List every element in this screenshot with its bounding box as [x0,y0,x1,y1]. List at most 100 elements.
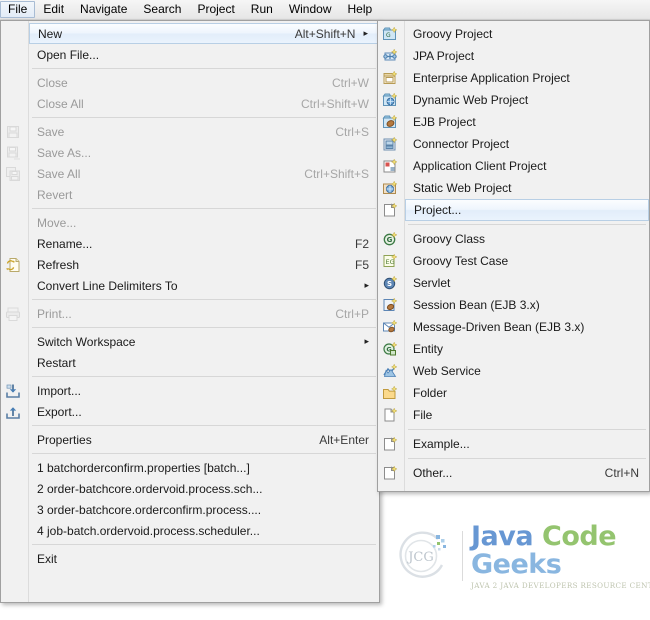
menu-item-label: EJB Project [413,115,476,129]
eclipse-file-menu-screenshot: File Edit Navigate Search Project Run Window He… [0,0,650,620]
project-icon [382,202,398,218]
menu-item-label: Web Service [413,364,481,378]
menubar-item-file[interactable]: File [0,1,36,18]
menu-item-properties[interactable]: Properties Alt+Enter [29,429,379,450]
menu-item-jpa-project[interactable]: JPA Project [405,45,649,67]
menubar-item-project[interactable]: Project [189,1,242,18]
menu-item-file[interactable]: File [405,404,649,426]
menu-item-groovy-test-case[interactable]: Groovy Test Case [405,250,649,272]
menu-separator [32,544,376,545]
menu-item-rename[interactable]: Rename... F2 [29,233,379,254]
menu-item-shortcut: Alt+Enter [319,432,369,447]
menu-item-recent-file-2[interactable]: 2 order-batchcore.ordervoid.process.sch.… [29,478,379,499]
menu-item-other[interactable]: Other... Ctrl+N [405,462,649,484]
menu-item-label: Convert Line Delimiters To [37,278,178,293]
menu-separator [408,224,646,225]
menu-item-entity[interactable]: Entity [405,338,649,360]
menu-item-label: Session Bean (EJB 3.x) [413,298,540,312]
menu-item-groovy-project[interactable]: Groovy Project [405,23,649,45]
groovy-test-case-icon: EG [382,253,398,269]
menu-item-shortcut: Ctrl+Shift+S [304,166,369,181]
menu-item-export[interactable]: Export... [29,401,379,422]
menu-item-shortcut: F5 [354,257,369,272]
menu-item-restart[interactable]: Restart [29,352,379,373]
menu-item-switch-workspace[interactable]: Switch Workspace ▸ [29,331,379,352]
menu-item-session-bean[interactable]: Session Bean (EJB 3.x) [405,294,649,316]
menu-separator [32,425,376,426]
menu-item-static-web-project[interactable]: Static Web Project [405,177,649,199]
menubar-item-edit[interactable]: Edit [35,1,72,18]
new-submenu-panel: G G EG S G Groovy Project JPA Project Enterpri… [377,20,650,492]
menu-item-application-client-project[interactable]: Application Client Project [405,155,649,177]
refresh-icon [5,257,21,273]
menu-item-label: Message-Driven Bean (EJB 3.x) [413,320,585,334]
menu-item-recent-file-3[interactable]: 3 order-batchcore.orderconfirm.process..… [29,499,379,520]
menu-item-label: 4 job-batch.ordervoid.process.scheduler.… [37,523,260,538]
menu-item-label: Import... [37,383,82,398]
menu-item-example[interactable]: Example... [405,433,649,455]
menu-item-ejb-project[interactable]: EJB Project [405,111,649,133]
menu-item-close: Close Ctrl+W [29,72,379,93]
menu-item-label: File [413,408,433,422]
menubar-item-search[interactable]: Search [135,1,189,18]
menu-item-open-file[interactable]: Open File... [29,44,379,65]
menu-item-refresh[interactable]: Refresh F5 [29,254,379,275]
menu-item-shortcut: Ctrl+S [335,124,369,139]
menu-item-dynamic-web-project[interactable]: Dynamic Web Project [405,89,649,111]
menu-item-recent-file-1[interactable]: 1 batchorderconfirm.properties [batch...… [29,457,379,478]
menu-separator [32,376,376,377]
menu-item-label: Connector Project [413,137,510,151]
menubar-item-navigate[interactable]: Navigate [72,1,135,18]
menu-item-web-service[interactable]: Web Service [405,360,649,382]
menu-item-message-driven-bean[interactable]: Message-Driven Bean (EJB 3.x) [405,316,649,338]
menu-separator [408,429,646,430]
menu-item-label: Open File... [37,47,100,62]
menu-item-import[interactable]: Import... [29,380,379,401]
menu-item-servlet[interactable]: Servlet [405,272,649,294]
folder-icon [382,385,398,401]
menu-item-convert-line-delimiters[interactable]: Convert Line Delimiters To ▸ [29,275,379,296]
svg-text:JCG: JCG [406,550,434,565]
static-web-project-icon [382,180,398,196]
svg-text:S: S [387,280,392,288]
save-icon [5,124,21,140]
menu-separator [32,453,376,454]
session-bean-icon [382,297,398,313]
jpa-project-icon [382,48,398,64]
file-menu-list: New Alt+Shift+N ▸ Open File... Close Ctrl+W Cl… [29,21,379,571]
menu-item-label: Groovy Test Case [413,254,509,268]
menu-separator [32,208,376,209]
menu-item-shortcut: Ctrl+Shift+W [300,96,369,111]
menu-item-close-all: Close All Ctrl+Shift+W [29,93,379,114]
menu-item-shortcut: Alt+Shift+N [294,26,356,41]
menubar-item-window[interactable]: Window [281,1,340,18]
jcg-badge-icon: JCG [392,525,454,587]
menu-item-enterprise-application-project[interactable]: Enterprise Application Project [405,67,649,89]
menu-item-exit[interactable]: Exit [29,548,379,569]
connector-project-icon [382,136,398,152]
save-as-icon [5,145,21,161]
menu-item-label: Rename... [37,236,93,251]
import-icon [5,383,21,399]
application-client-project-icon [382,158,398,174]
menubar-item-help[interactable]: Help [340,1,381,18]
menu-item-label: Example... [413,437,470,451]
menubar-item-run[interactable]: Run [243,1,281,18]
menu-item-groovy-class[interactable]: Groovy Class [405,228,649,250]
file-menu-icon-gutter [1,21,29,602]
menu-item-new[interactable]: New Alt+Shift+N ▸ [29,23,379,44]
menu-item-recent-file-4[interactable]: 4 job-batch.ordervoid.process.scheduler.… [29,520,379,541]
menu-item-label: Groovy Class [413,232,486,246]
other-icon [382,465,398,481]
menu-item-connector-project[interactable]: Connector Project [405,133,649,155]
print-icon [5,306,21,322]
menu-item-label: Application Client Project [413,159,547,173]
groovy-class-icon: G [382,231,398,247]
menu-item-label: Switch Workspace [37,334,136,349]
menu-item-folder[interactable]: Folder [405,382,649,404]
menu-item-project[interactable]: Project... [405,199,649,221]
menu-item-label: Print... [37,306,72,321]
menu-item-label: Servlet [413,276,451,290]
menu-item-label: Entity [413,342,444,356]
menu-item-revert: Revert [29,184,379,205]
